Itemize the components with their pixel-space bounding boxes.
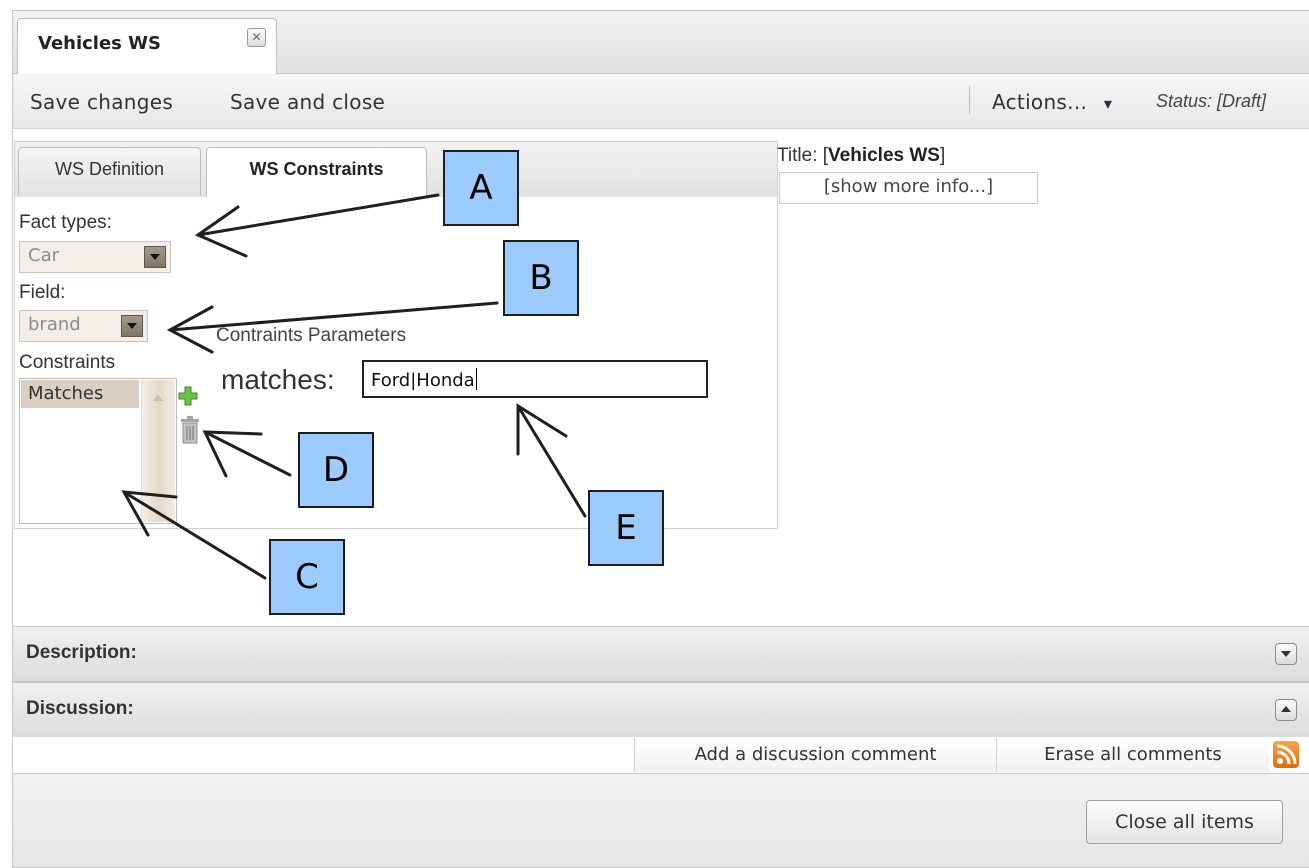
arrow-b-line: [168, 301, 499, 332]
callout-d: D: [298, 432, 374, 508]
arrow-d-line: [203, 430, 292, 477]
arrow-e-line: [516, 404, 587, 518]
annotation-arrows: [121, 193, 587, 580]
arrow-a-line: [196, 193, 440, 237]
callout-b: B: [503, 240, 579, 316]
arrow-d-head: [202, 430, 263, 478]
callout-e: E: [588, 490, 664, 566]
arrow-c-line: [122, 490, 267, 580]
callout-c: C: [269, 539, 345, 615]
callout-a: A: [443, 150, 519, 226]
